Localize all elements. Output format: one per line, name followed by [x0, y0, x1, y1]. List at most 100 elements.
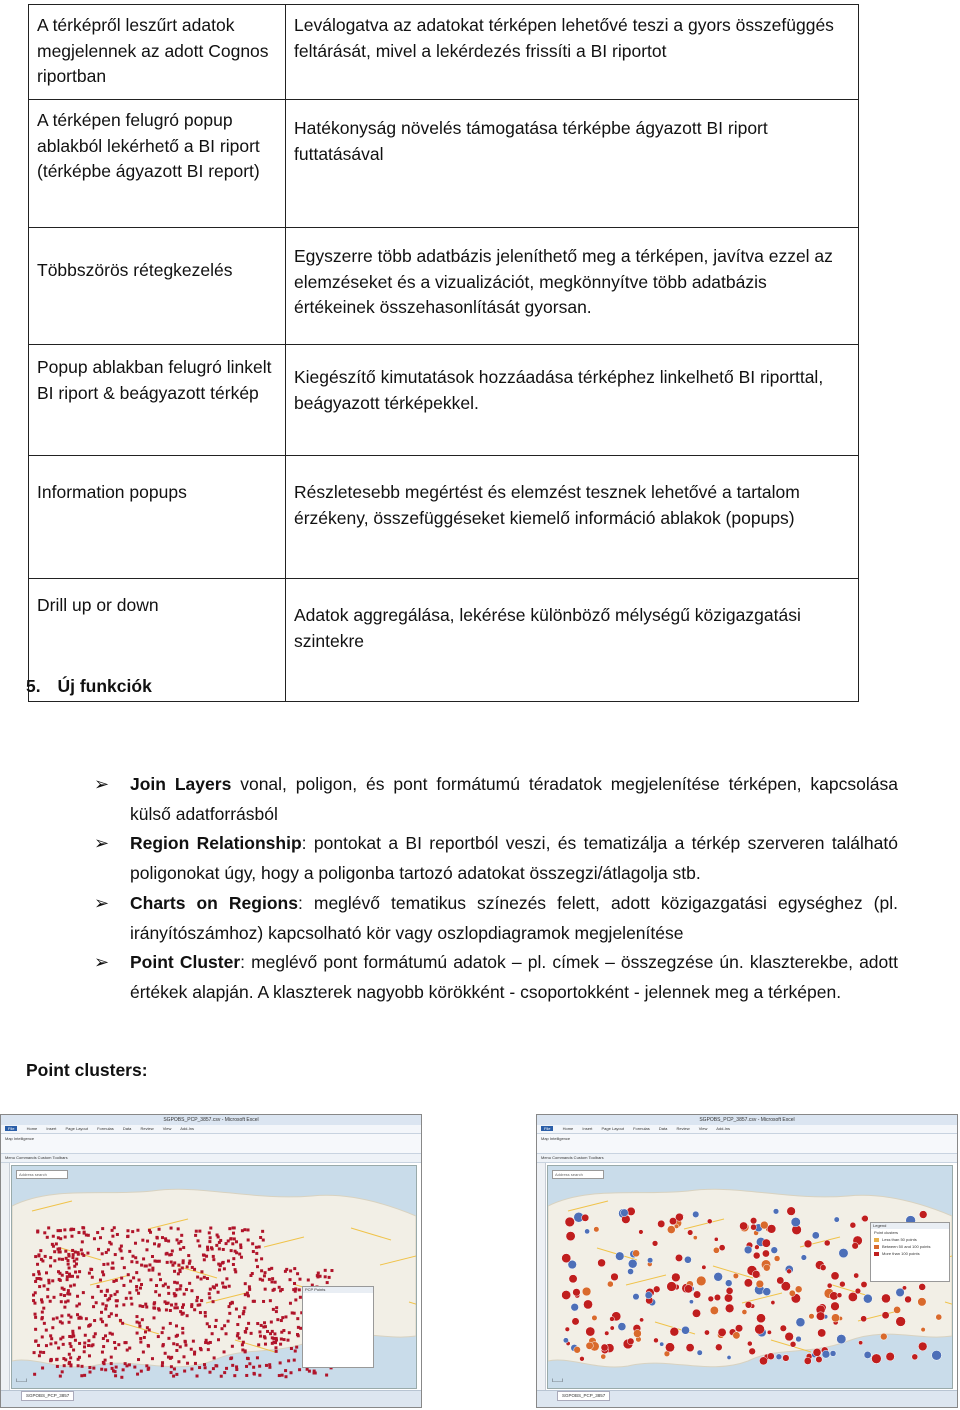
cluster-marker[interactable] — [831, 1313, 840, 1323]
point-marker[interactable] — [178, 1268, 182, 1272]
point-marker[interactable] — [226, 1239, 230, 1243]
point-marker[interactable] — [37, 1254, 41, 1258]
cluster-marker[interactable] — [579, 1356, 585, 1362]
point-marker[interactable] — [34, 1339, 38, 1343]
cluster-marker[interactable] — [696, 1349, 703, 1356]
point-marker[interactable] — [198, 1229, 202, 1233]
point-marker[interactable] — [41, 1366, 45, 1370]
point-marker[interactable] — [180, 1233, 184, 1237]
point-marker[interactable] — [100, 1252, 104, 1256]
point-marker[interactable] — [239, 1243, 243, 1247]
point-marker[interactable] — [98, 1236, 102, 1240]
cluster-marker[interactable] — [776, 1276, 785, 1285]
cluster-marker[interactable] — [561, 1290, 572, 1300]
point-marker[interactable] — [259, 1236, 263, 1240]
point-marker[interactable] — [173, 1294, 177, 1298]
point-marker[interactable] — [246, 1228, 250, 1232]
point-marker[interactable] — [74, 1262, 78, 1266]
point-marker[interactable] — [258, 1277, 262, 1281]
point-marker[interactable] — [262, 1325, 266, 1329]
point-marker[interactable] — [135, 1285, 139, 1289]
point-marker[interactable] — [203, 1363, 207, 1367]
cluster-marker[interactable] — [627, 1268, 634, 1275]
point-marker[interactable] — [126, 1234, 130, 1238]
cluster-marker[interactable] — [779, 1324, 787, 1332]
point-marker[interactable] — [167, 1291, 171, 1295]
point-marker[interactable] — [48, 1299, 52, 1303]
point-marker[interactable] — [208, 1287, 212, 1291]
point-marker[interactable] — [232, 1257, 236, 1261]
point-marker[interactable] — [168, 1309, 172, 1313]
point-marker[interactable] — [91, 1295, 95, 1299]
point-marker[interactable] — [152, 1316, 156, 1320]
cluster-marker[interactable] — [829, 1350, 837, 1357]
point-marker[interactable] — [96, 1285, 100, 1289]
cluster-marker[interactable] — [786, 1268, 792, 1275]
point-marker[interactable] — [200, 1270, 204, 1274]
point-marker[interactable] — [170, 1355, 174, 1359]
cluster-marker[interactable] — [570, 1303, 579, 1312]
point-marker[interactable] — [229, 1357, 233, 1361]
point-marker[interactable] — [178, 1247, 182, 1251]
point-marker[interactable] — [114, 1313, 118, 1317]
point-marker[interactable] — [296, 1325, 300, 1329]
cluster-marker[interactable] — [816, 1311, 826, 1321]
point-marker[interactable] — [209, 1226, 213, 1230]
cluster-marker[interactable] — [714, 1237, 719, 1242]
point-marker[interactable] — [40, 1298, 44, 1302]
cluster-marker[interactable] — [754, 1324, 765, 1335]
cluster-marker[interactable] — [871, 1353, 882, 1364]
point-marker[interactable] — [50, 1242, 54, 1246]
cluster-marker[interactable] — [759, 1356, 768, 1366]
point-marker[interactable] — [183, 1369, 187, 1373]
cluster-marker[interactable] — [572, 1288, 581, 1297]
point-marker[interactable] — [157, 1272, 161, 1276]
point-marker[interactable] — [58, 1229, 62, 1233]
point-marker[interactable] — [228, 1311, 232, 1315]
point-marker[interactable] — [150, 1357, 154, 1361]
cluster-marker[interactable] — [568, 1274, 578, 1284]
point-marker[interactable] — [257, 1343, 261, 1347]
point-marker[interactable] — [63, 1305, 67, 1309]
cluster-marker[interactable] — [773, 1255, 781, 1262]
point-marker[interactable] — [205, 1322, 209, 1326]
point-marker[interactable] — [107, 1314, 111, 1318]
point-marker[interactable] — [174, 1302, 178, 1306]
point-marker[interactable] — [206, 1348, 210, 1352]
point-marker[interactable] — [190, 1367, 194, 1371]
point-marker[interactable] — [33, 1301, 37, 1305]
point-marker[interactable] — [222, 1267, 226, 1271]
point-marker[interactable] — [214, 1318, 218, 1322]
point-marker[interactable] — [166, 1355, 170, 1359]
point-marker[interactable] — [169, 1260, 173, 1264]
point-marker[interactable] — [66, 1292, 70, 1296]
point-marker[interactable] — [51, 1234, 55, 1238]
point-marker[interactable] — [255, 1251, 259, 1255]
point-marker[interactable] — [136, 1372, 140, 1376]
point-marker[interactable] — [172, 1367, 176, 1371]
tab-page-layout[interactable]: Page Layout — [602, 1126, 624, 1131]
point-marker[interactable] — [172, 1374, 176, 1378]
point-marker[interactable] — [45, 1235, 49, 1239]
cluster-marker[interactable] — [743, 1245, 753, 1255]
cluster-marker[interactable] — [795, 1317, 806, 1328]
point-marker[interactable] — [196, 1303, 200, 1307]
point-marker[interactable] — [263, 1342, 267, 1346]
point-marker[interactable] — [256, 1322, 260, 1326]
point-marker[interactable] — [250, 1272, 254, 1276]
cluster-marker[interactable] — [772, 1208, 780, 1215]
point-marker[interactable] — [121, 1321, 125, 1325]
point-marker[interactable] — [181, 1259, 185, 1263]
point-marker[interactable] — [127, 1363, 131, 1367]
point-marker[interactable] — [71, 1332, 75, 1336]
point-marker[interactable] — [82, 1226, 86, 1230]
point-marker[interactable] — [75, 1304, 79, 1308]
cluster-marker[interactable] — [609, 1316, 615, 1322]
point-marker[interactable] — [195, 1299, 199, 1303]
point-marker[interactable] — [188, 1281, 192, 1285]
point-marker[interactable] — [252, 1365, 256, 1369]
cluster-marker[interactable] — [585, 1341, 594, 1350]
point-marker[interactable] — [155, 1259, 159, 1263]
point-marker[interactable] — [71, 1248, 75, 1252]
point-marker[interactable] — [147, 1366, 151, 1370]
